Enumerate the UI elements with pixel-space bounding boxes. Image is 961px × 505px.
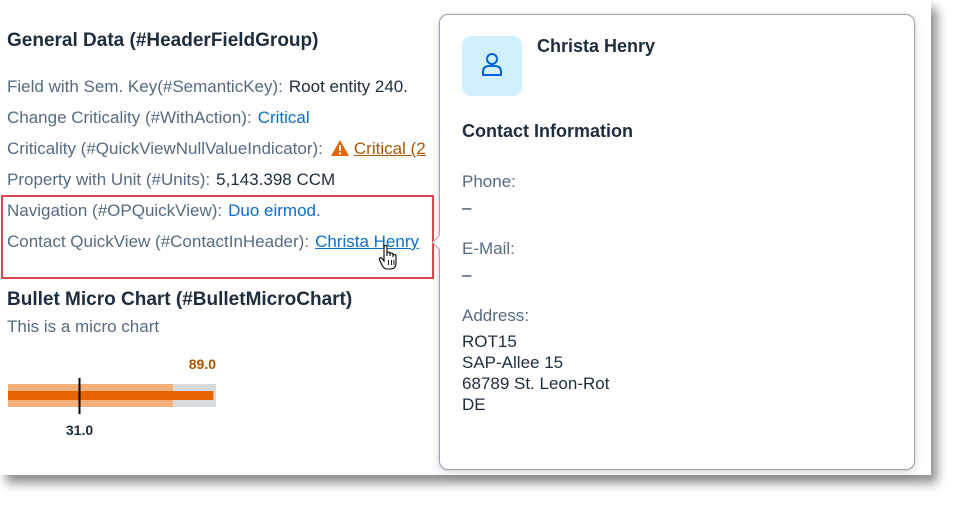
- highlight-box: [1, 195, 434, 279]
- header-group-title: General Data (#HeaderFieldGroup): [7, 30, 319, 51]
- address-line: DE: [462, 395, 486, 414]
- chart-target-label: 31.0: [66, 422, 93, 438]
- address-line: 68789 St. Leon-Rot: [462, 374, 610, 393]
- phone-label: Phone:: [462, 172, 516, 191]
- chart-actual-bar: [8, 391, 214, 400]
- contact-info-heading: Contact Information: [462, 121, 633, 141]
- field-label: Property with Unit (#Units):: [7, 170, 211, 189]
- address-line: ROT15: [462, 332, 517, 351]
- warning-icon: [330, 139, 350, 162]
- phone-value: –: [462, 198, 472, 217]
- chart-actual-label: 89.0: [189, 356, 216, 372]
- address-label: Address:: [462, 306, 530, 325]
- chart-target-marker: [78, 378, 81, 414]
- field-criticality-quickview: Criticality (#QuickViewNullValueIndicato…: [7, 139, 426, 162]
- contact-name: Christa Henry: [537, 36, 656, 56]
- field-change-criticality: Change Criticality (#WithAction): Critica…: [7, 108, 310, 128]
- email-value: –: [462, 265, 472, 284]
- address-line: SAP-Allee 15: [462, 353, 564, 372]
- page-sheet: General Data (#HeaderFieldGroup) Field w…: [0, 0, 931, 475]
- field-semantic-key: Field with Sem. Key(#SemanticKey): Root e…: [7, 77, 408, 97]
- field-label: Field with Sem. Key(#SemanticKey):: [7, 77, 283, 96]
- field-value: Root entity 240.: [288, 77, 408, 96]
- field-value: 5,143.398 CCM: [216, 170, 336, 189]
- email-label: E-Mail:: [462, 239, 515, 258]
- contact-popover: Christa Henry Contact Information Phone:…: [431, 14, 915, 470]
- person-icon: [480, 51, 504, 82]
- avatar: [462, 36, 522, 96]
- bullet-micro-chart: 89.0 31.0: [8, 356, 216, 438]
- micro-chart-title: Bullet Micro Chart (#BulletMicroChart): [7, 289, 353, 310]
- micro-chart-subtitle: This is a micro chart: [7, 317, 160, 336]
- field-label: Change Criticality (#WithAction):: [7, 108, 252, 127]
- field-property-unit: Property with Unit (#Units): 5,143.398 CC…: [7, 170, 335, 190]
- change-criticality-link[interactable]: Critical: [258, 108, 310, 127]
- field-label: Criticality (#QuickViewNullValueIndicato…: [7, 139, 323, 158]
- popover-arrow: [431, 234, 448, 251]
- criticality-link[interactable]: Critical (2: [354, 139, 426, 158]
- hand-cursor-icon: [378, 244, 398, 276]
